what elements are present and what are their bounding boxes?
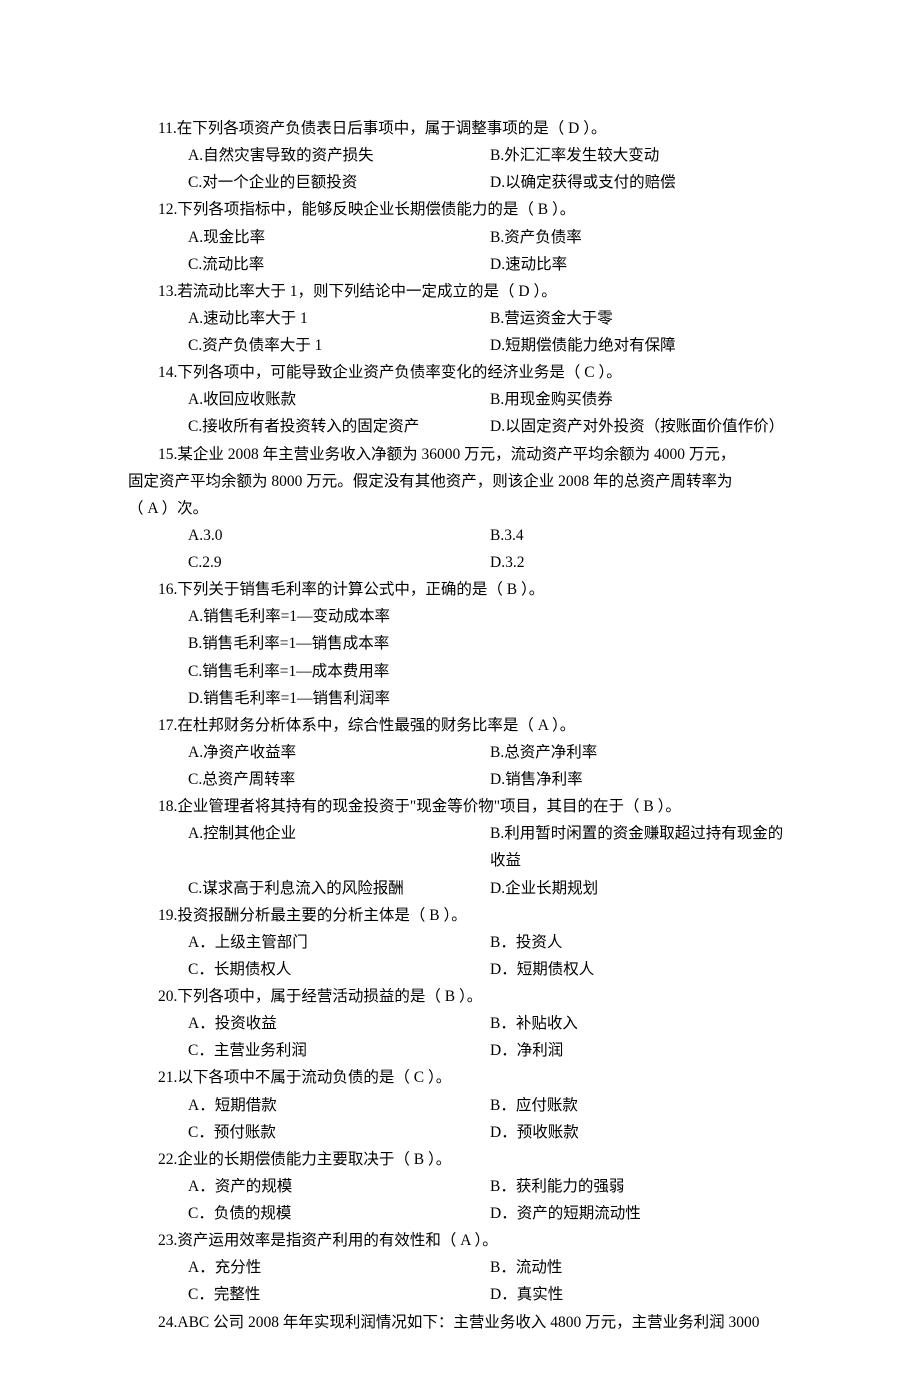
option-row: A.现金比率B.资产负债率	[188, 224, 792, 251]
option-row: C．预付账款D．预收账款	[188, 1119, 792, 1146]
option: A.现金比率	[188, 224, 490, 251]
question-18: 18.企业管理者将其持有的现金投资于"现金等价物"项目，其目的在于（ B ）。	[158, 793, 792, 820]
option: B.总资产净利率	[490, 739, 792, 766]
option-row: C.对一个企业的巨额投资D.以确定获得或支付的赔偿	[188, 169, 792, 196]
option: D.以确定获得或支付的赔偿	[490, 169, 792, 196]
option: C.销售毛利率=1—成本费用率	[188, 658, 792, 685]
option: C.接收所有者投资转入的固定资产	[188, 413, 490, 440]
option: A.净资产收益率	[188, 739, 490, 766]
question-17: 17.在杜邦财务分析体系中，综合性最强的财务比率是（ A ）。	[158, 712, 792, 739]
option: C．长期债权人	[188, 956, 490, 983]
option: A．上级主管部门	[188, 929, 490, 956]
option: C．完整性	[188, 1281, 490, 1308]
option: B．获利能力的强弱	[490, 1173, 792, 1200]
option: A.销售毛利率=1—变动成本率	[188, 603, 792, 630]
option: B.资产负债率	[490, 224, 792, 251]
option: C.对一个企业的巨额投资	[188, 169, 490, 196]
option: B.利用暂时闲置的资金赚取超过持有现金的收益	[490, 820, 792, 874]
option: D．资产的短期流动性	[490, 1200, 792, 1227]
option: C.总资产周转率	[188, 766, 490, 793]
option: B.用现金购买债券	[490, 386, 792, 413]
question-23: 23.资产运用效率是指资产利用的有效性和（ A ）。	[158, 1227, 792, 1254]
option-row: A.控制其他企业B.利用暂时闲置的资金赚取超过持有现金的收益	[188, 820, 792, 874]
option: C.2.9	[188, 549, 490, 576]
option: C.谋求高于利息流入的风险报酬	[188, 875, 490, 902]
option: B．应付账款	[490, 1092, 792, 1119]
option-row: C.接收所有者投资转入的固定资产D.以固定资产对外投资（按账面价值作价）	[188, 413, 792, 440]
option: D．预收账款	[490, 1119, 792, 1146]
option-row: A．充分性B．流动性	[188, 1254, 792, 1281]
option: D．净利润	[490, 1037, 792, 1064]
page: 11.在下列各项资产负债表日后事项中，属于调整事项的是（ D ）。A.自然灾害导…	[0, 0, 920, 1396]
option: A．资产的规模	[188, 1173, 490, 1200]
option: A．投资收益	[188, 1010, 490, 1037]
option-row: A．短期借款B．应付账款	[188, 1092, 792, 1119]
option: B.营运资金大于零	[490, 305, 792, 332]
option: C．预付账款	[188, 1119, 490, 1146]
option-row: A.3.0B.3.4	[188, 522, 792, 549]
option: B．补贴收入	[490, 1010, 792, 1037]
option-row: C．完整性D．真实性	[188, 1281, 792, 1308]
option: B.外汇汇率发生较大变动	[490, 142, 792, 169]
option: A.控制其他企业	[188, 820, 490, 874]
option-row: A.速动比率大于 1B.营运资金大于零	[188, 305, 792, 332]
question-13: 13.若流动比率大于 1，则下列结论中一定成立的是（ D ）。	[158, 278, 792, 305]
question-12: 12.下列各项指标中，能够反映企业长期偿债能力的是（ B ）。	[158, 196, 792, 223]
option: D.3.2	[490, 549, 792, 576]
option-row: A.自然灾害导致的资产损失B.外汇汇率发生较大变动	[188, 142, 792, 169]
option: D.以固定资产对外投资（按账面价值作价）	[490, 413, 792, 440]
option: D.销售毛利率=1—销售利润率	[188, 685, 792, 712]
question-14: 14.下列各项中，可能导致企业资产负债率变化的经济业务是（ C ）。	[158, 359, 792, 386]
option: D.速动比率	[490, 251, 792, 278]
option-row: C.流动比率D.速动比率	[188, 251, 792, 278]
option-row: C.2.9D.3.2	[188, 549, 792, 576]
option: C.资产负债率大于 1	[188, 332, 490, 359]
option-row: A．上级主管部门B．投资人	[188, 929, 792, 956]
question-cont: （ A ）次。	[128, 495, 792, 522]
option: B.3.4	[490, 522, 792, 549]
question-cont: 固定资产平均余额为 8000 万元。假定没有其他资产，则该企业 2008 年的总…	[128, 468, 792, 495]
question-20: 20.下列各项中，属于经营活动损益的是（ B ）。	[158, 983, 792, 1010]
option: A．短期借款	[188, 1092, 490, 1119]
option: B．流动性	[490, 1254, 792, 1281]
option-row: A.收回应收账款B.用现金购买债券	[188, 386, 792, 413]
option: C．负债的规模	[188, 1200, 490, 1227]
option: A.速动比率大于 1	[188, 305, 490, 332]
question-11: 11.在下列各项资产负债表日后事项中，属于调整事项的是（ D ）。	[158, 115, 792, 142]
option: A.3.0	[188, 522, 490, 549]
option-row: C．主营业务利润D．净利润	[188, 1037, 792, 1064]
option-row: A．资产的规模B．获利能力的强弱	[188, 1173, 792, 1200]
option-row: C.总资产周转率D.销售净利率	[188, 766, 792, 793]
option: D.短期偿债能力绝对有保障	[490, 332, 792, 359]
option: D.企业长期规划	[490, 875, 792, 902]
option-row: C．长期债权人D．短期债权人	[188, 956, 792, 983]
option: A.自然灾害导致的资产损失	[188, 142, 490, 169]
option: D.销售净利率	[490, 766, 792, 793]
option: D．短期债权人	[490, 956, 792, 983]
option-row: A．投资收益B．补贴收入	[188, 1010, 792, 1037]
question-15: 15.某企业 2008 年主营业务收入净额为 36000 万元，流动资产平均余额…	[158, 441, 792, 468]
option: B.销售毛利率=1—销售成本率	[188, 630, 792, 657]
option: C.流动比率	[188, 251, 490, 278]
question-16: 16.下列关于销售毛利率的计算公式中，正确的是（ B ）。	[158, 576, 792, 603]
question-24: 24.ABC 公司 2008 年年实现利润情况如下：主营业务收入 4800 万元…	[158, 1309, 792, 1336]
option: B．投资人	[490, 929, 792, 956]
option: A．充分性	[188, 1254, 490, 1281]
option: C．主营业务利润	[188, 1037, 490, 1064]
option-row: C．负债的规模D．资产的短期流动性	[188, 1200, 792, 1227]
option: D．真实性	[490, 1281, 792, 1308]
option: A.收回应收账款	[188, 386, 490, 413]
question-19: 19.投资报酬分析最主要的分析主体是（ B ）。	[158, 902, 792, 929]
option-row: C.资产负债率大于 1D.短期偿债能力绝对有保障	[188, 332, 792, 359]
question-21: 21.以下各项中不属于流动负债的是（ C ）。	[158, 1064, 792, 1091]
option-row: C.谋求高于利息流入的风险报酬D.企业长期规划	[188, 875, 792, 902]
option-row: A.净资产收益率B.总资产净利率	[188, 739, 792, 766]
question-22: 22.企业的长期偿债能力主要取决于（ B ）。	[158, 1146, 792, 1173]
